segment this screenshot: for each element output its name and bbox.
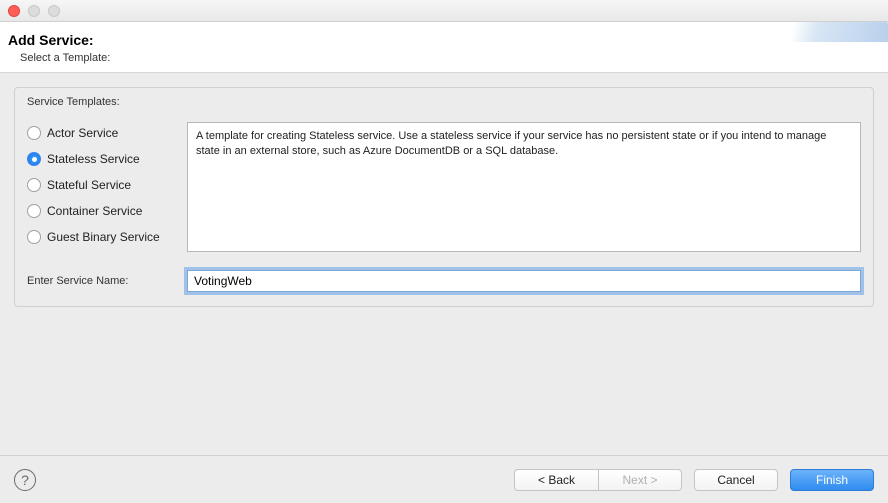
service-templates-group: Service Templates: Actor Service Statele… [14, 87, 874, 307]
service-name-input[interactable] [187, 270, 861, 292]
radio-icon [27, 204, 41, 218]
radio-icon [27, 178, 41, 192]
radio-guest-binary-service[interactable]: Guest Binary Service [27, 230, 177, 244]
template-radio-list: Actor Service Stateless Service Stateful… [27, 122, 177, 244]
group-label: Service Templates: [27, 96, 861, 108]
radio-icon [27, 152, 41, 166]
radio-label: Container Service [47, 204, 142, 218]
radio-container-service[interactable]: Container Service [27, 204, 177, 218]
maximize-icon [48, 5, 60, 17]
template-description: A template for creating Stateless servic… [187, 122, 861, 252]
radio-icon [27, 230, 41, 244]
radio-icon [27, 126, 41, 140]
minimize-icon [28, 5, 40, 17]
help-icon: ? [21, 472, 29, 488]
dialog-subtitle: Select a Template: [20, 52, 872, 64]
cancel-button[interactable]: Cancel [694, 469, 778, 491]
radio-label: Stateful Service [47, 178, 131, 192]
next-button: Next > [598, 469, 682, 491]
dialog-content: Service Templates: Actor Service Statele… [0, 73, 888, 321]
window-titlebar [0, 0, 888, 22]
radio-label: Guest Binary Service [47, 230, 160, 244]
dialog-footer: ? < Back Next > Cancel Finish [0, 455, 888, 503]
nav-button-pair: < Back Next > [514, 469, 682, 491]
dialog-header: Add Service: Select a Template: [0, 22, 888, 73]
header-decoration [728, 22, 888, 42]
finish-button[interactable]: Finish [790, 469, 874, 491]
service-name-label: Enter Service Name: [27, 275, 177, 287]
help-button[interactable]: ? [14, 469, 36, 491]
close-icon[interactable] [8, 5, 20, 17]
radio-label: Actor Service [47, 126, 118, 140]
service-name-row: Enter Service Name: [27, 270, 861, 292]
radio-stateful-service[interactable]: Stateful Service [27, 178, 177, 192]
radio-stateless-service[interactable]: Stateless Service [27, 152, 177, 166]
templates-row: Actor Service Stateless Service Stateful… [27, 122, 861, 252]
back-button[interactable]: < Back [514, 469, 598, 491]
radio-label: Stateless Service [47, 152, 140, 166]
radio-actor-service[interactable]: Actor Service [27, 126, 177, 140]
